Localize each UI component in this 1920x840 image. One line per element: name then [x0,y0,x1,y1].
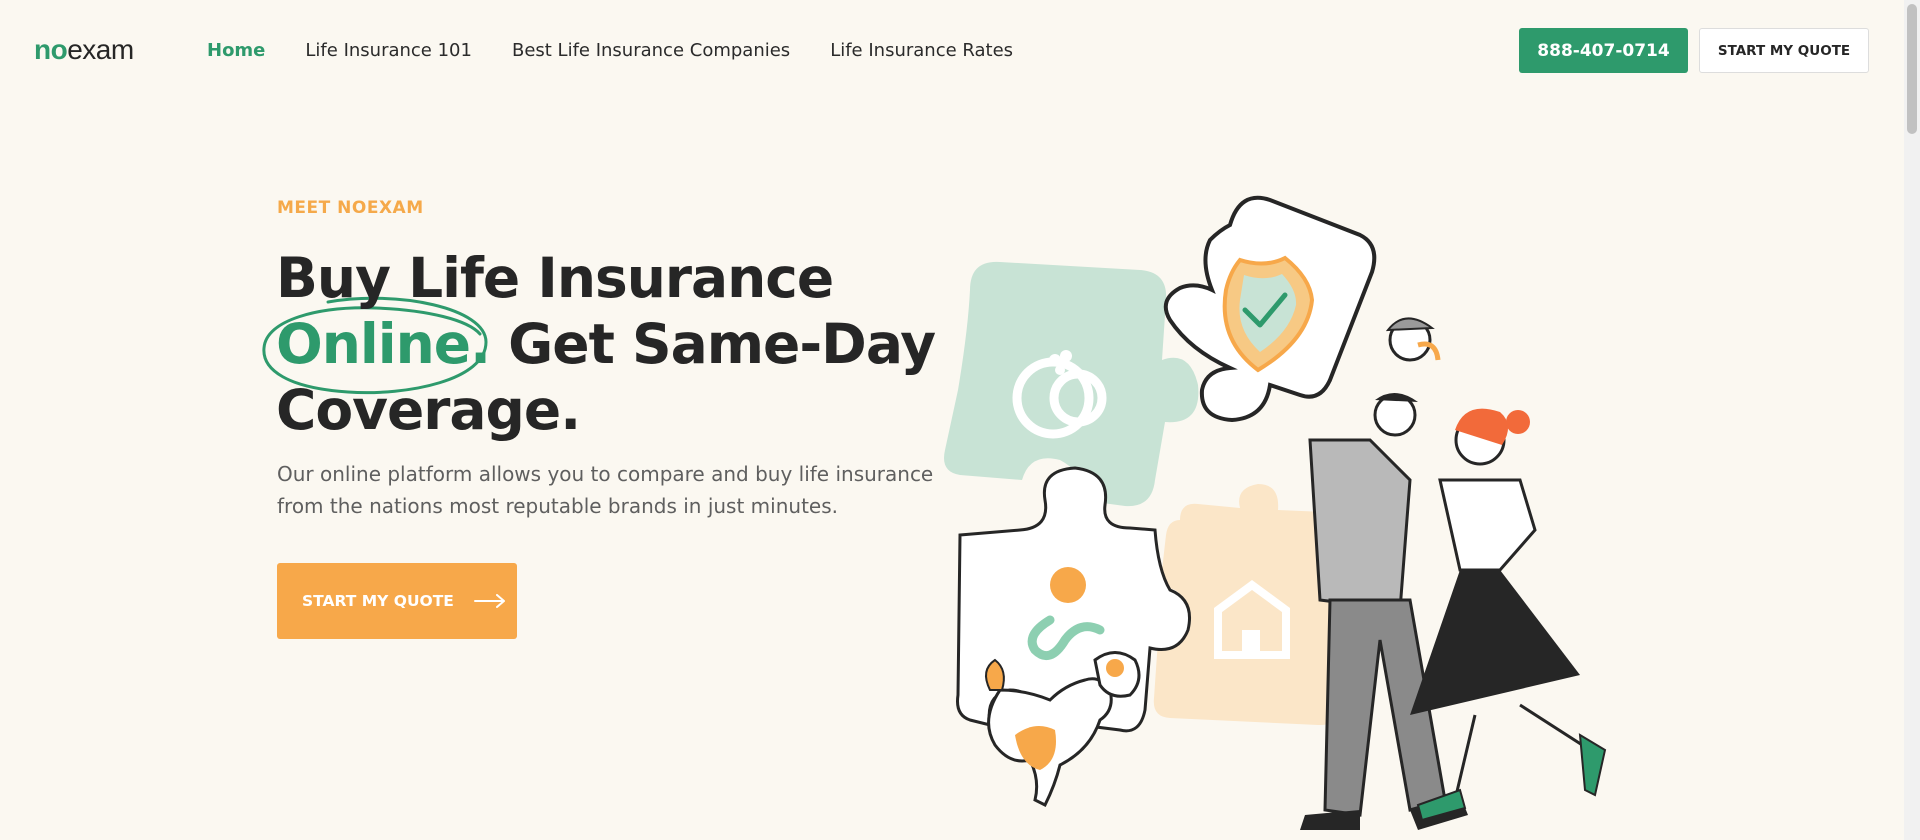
header-start-quote-button[interactable]: START MY QUOTE [1699,28,1869,73]
site-header: noexam Home Life Insurance 101 Best Life… [0,0,1904,102]
nav-item-home[interactable]: Home [207,40,265,61]
arrow-right-icon [473,594,505,608]
hero-headline: Buy Life Insurance Online. Get Same-Day … [276,245,976,443]
nav-item-rates[interactable]: Life Insurance Rates [830,40,1013,61]
main-nav: Home Life Insurance 101 Best Life Insura… [207,40,1013,61]
hero-start-quote-button[interactable]: START MY QUOTE [277,563,517,639]
headline-line-3: Coverage. [276,378,581,442]
logo[interactable]: noexam [34,34,134,66]
phone-button[interactable]: 888-407-0714 [1519,28,1688,73]
nav-item-life-insurance-101[interactable]: Life Insurance 101 [305,40,472,61]
logo-part-no: no [34,34,68,65]
hero-subtext: Our online platform allows you to compar… [277,462,934,518]
family-illustration [1300,317,1607,830]
hero-eyebrow: MEET NOEXAM [277,198,424,218]
headline-line-2-rest: Get Same-Day [489,312,936,376]
headline-highlight: Online. [276,312,491,376]
cta-label: START MY QUOTE [302,592,454,610]
scrollbar-thumb[interactable] [1907,4,1917,134]
scrollbar[interactable] [1904,0,1920,840]
headline-line-1: Buy Life Insurance [276,246,834,310]
logo-part-exam: exam [67,34,134,65]
nav-item-best-companies[interactable]: Best Life Insurance Companies [512,40,790,61]
hero-illustration [944,195,1607,830]
headline-line-2: Online. Get Same-Day [276,311,976,377]
